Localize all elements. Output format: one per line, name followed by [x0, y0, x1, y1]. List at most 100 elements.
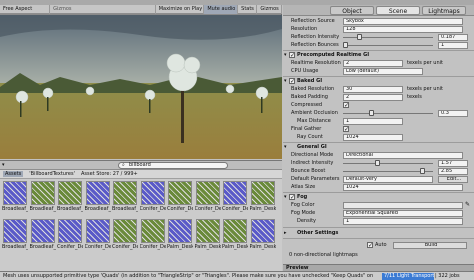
indirect-intensity-slider[interactable]	[343, 163, 433, 164]
tab-lightmaps[interactable]: Lightmaps	[422, 5, 466, 15]
realtime-resolution-row: Realtime Resolution 2 texels per unit	[283, 59, 474, 67]
fog-color-label: Fog Color	[291, 202, 315, 208]
game-toolbar: Free Aspect Gizmos Maximize on Play Mute…	[0, 4, 283, 14]
reflection-bounces-slider[interactable]	[343, 45, 433, 46]
asset-tile[interactable]: Conifer_De...	[195, 181, 221, 217]
resolution-dropdown[interactable]: 128	[343, 25, 463, 33]
gizmos-label[interactable]: Gizmos	[50, 4, 156, 14]
search-icon: ⌕	[122, 162, 125, 168]
precomputed-gi-checkbox[interactable]: ✓	[289, 52, 295, 59]
baked-gi-checkbox[interactable]: ✓	[289, 78, 295, 85]
search-input[interactable]: ⌕ billboard	[118, 162, 228, 169]
bounce-boost-field[interactable]: 2.85	[438, 167, 468, 175]
fog-checkbox[interactable]: ✓	[289, 194, 295, 201]
asset-tile[interactable]: Palm_Desk...	[250, 181, 276, 217]
edit-parameters-button[interactable]: Edit...	[438, 175, 468, 183]
general-gi-header[interactable]: ▾ General GI	[283, 143, 474, 151]
gizmos-button[interactable]: Gizmos	[257, 4, 283, 14]
mute-audio-button[interactable]: Mute audio	[204, 4, 239, 14]
eyedropper-icon[interactable]: ✎	[465, 201, 470, 209]
final-gather-checkbox[interactable]: ✓	[343, 126, 349, 133]
directional-mode-dropdown[interactable]: Directional	[343, 151, 463, 159]
ambient-occlusion-knob[interactable]	[369, 110, 374, 116]
game-scene-render	[0, 15, 282, 159]
foldout-icon[interactable]: ▸	[284, 229, 287, 237]
asset-tile[interactable]: Conifer_De...	[140, 219, 166, 255]
baked-padding-field[interactable]: 2	[343, 93, 403, 101]
asset-label: Palm_Desk...	[249, 206, 276, 212]
asset-tile[interactable]: Broadleaf_...	[2, 181, 28, 217]
indirect-intensity-knob[interactable]	[375, 160, 380, 166]
fog-mode-dropdown[interactable]: Exponential Squared	[343, 209, 463, 217]
ambient-occlusion-field[interactable]: 0.3	[438, 109, 468, 117]
compressed-row: Compressed ✓	[283, 101, 474, 109]
ray-count-field[interactable]: 1024	[343, 133, 403, 141]
foldout-icon[interactable]: ▾	[284, 51, 287, 59]
realtime-resolution-label: Realtime Resolution	[291, 60, 341, 66]
ambient-occlusion-slider[interactable]	[343, 113, 433, 114]
game-view[interactable]: Free Aspect Gizmos Maximize on Play Mute…	[0, 4, 283, 159]
maximize-on-play-button[interactable]: Maximize on Play	[156, 4, 205, 14]
asset-tile[interactable]: Palm_Desk...	[195, 219, 221, 255]
asset-tile[interactable]: Conifer_De...	[140, 181, 166, 217]
asset-tile[interactable]: Broadleaf_...	[30, 219, 56, 255]
tab-object[interactable]: Object	[330, 5, 374, 15]
atlas-size-dropdown[interactable]: 1024	[343, 183, 463, 191]
density-field[interactable]: 1	[343, 217, 463, 225]
default-parameters-dropdown[interactable]: Default-Very	[343, 175, 433, 183]
fog-header[interactable]: ▾ ✓ Fog	[283, 193, 474, 201]
auto-checkbox[interactable]: ✓	[367, 242, 373, 249]
asset-tile[interactable]: Conifer_De...	[85, 219, 111, 255]
indirect-intensity-field[interactable]: 1.57	[438, 159, 468, 167]
asset-tile[interactable]: Broadleaf_...	[112, 181, 138, 217]
asset-label: Conifer_De...	[139, 206, 166, 212]
general-gi-title: General GI	[297, 144, 327, 150]
asset-store-label[interactable]: Asset Store: 27 / 999+	[81, 171, 138, 177]
preview-bar[interactable]: Preview	[283, 264, 474, 271]
asset-tile[interactable]: Broadleaf_...	[57, 181, 83, 217]
stats-button[interactable]: Stats	[238, 4, 258, 14]
fog-color-swatch[interactable]	[343, 201, 463, 209]
asset-tile[interactable]: Conifer_De...	[222, 181, 248, 217]
asset-label: Broadleaf_...	[112, 206, 138, 212]
max-distance-field[interactable]: 1	[343, 117, 403, 125]
asset-label: Palm_Desk...	[249, 244, 276, 250]
asset-tile[interactable]: Palm_Desk...	[250, 219, 276, 255]
tab-scene[interactable]: Scene	[376, 5, 420, 15]
asset-tile[interactable]: Broadleaf_...	[2, 219, 28, 255]
baked-resolution-field[interactable]: 30	[343, 85, 403, 93]
foldout-icon[interactable]: ▾	[284, 193, 287, 201]
reflection-intensity-field[interactable]: 0.187	[438, 33, 468, 41]
status-message[interactable]: Mesh uses unsupported primitive type 'Qu…	[3, 273, 373, 280]
precomputed-gi-header[interactable]: ▾ ✓ Precomputed Realtime GI	[283, 51, 474, 59]
asset-thumbnail	[223, 219, 247, 243]
aspect-dropdown[interactable]: Free Aspect	[0, 4, 51, 14]
build-button[interactable]: Build	[393, 241, 467, 249]
create-menu[interactable]: ▾	[2, 162, 5, 169]
ambient-occlusion-label: Ambient Occlusion	[291, 110, 338, 116]
filter-label[interactable]: 'BillboardTextures'	[29, 171, 75, 177]
realtime-resolution-field[interactable]: 2	[343, 59, 403, 67]
asset-tile[interactable]: Broadleaf_...	[30, 181, 56, 217]
assets-crumb[interactable]: Assets	[3, 171, 24, 177]
cpu-usage-dropdown[interactable]: Low (default)	[343, 67, 423, 75]
bounce-boost-knob[interactable]	[420, 168, 425, 174]
asset-thumbnail	[140, 181, 165, 205]
reflection-bounces-row: Reflection Bounces 1	[283, 41, 474, 49]
foldout-icon[interactable]: ▾	[284, 77, 287, 85]
asset-thumbnail	[30, 219, 55, 243]
foldout-icon[interactable]: ▾	[284, 143, 287, 151]
asset-tile[interactable]: Conifer_De...	[112, 219, 138, 255]
reflection-intensity-knob[interactable]	[357, 34, 362, 40]
asset-tile[interactable]: Palm_Desk...	[167, 219, 193, 255]
reflection-bounces-knob[interactable]	[343, 42, 348, 48]
asset-tile[interactable]: Conifer_De...	[57, 219, 83, 255]
asset-tile[interactable]: Broadleaf_...	[85, 181, 111, 217]
compressed-checkbox[interactable]: ✓	[343, 102, 349, 109]
reflection-bounces-field[interactable]: 1	[438, 41, 468, 49]
other-settings-header[interactable]: ▸ Other Settings	[283, 229, 474, 237]
asset-tile[interactable]: Conifer_De...	[167, 181, 193, 217]
baked-gi-header[interactable]: ▾ ✓ Baked GI	[283, 77, 474, 85]
reflection-source-dropdown[interactable]: Skybox	[343, 17, 463, 25]
asset-tile[interactable]: Palm_Desk...	[222, 219, 248, 255]
